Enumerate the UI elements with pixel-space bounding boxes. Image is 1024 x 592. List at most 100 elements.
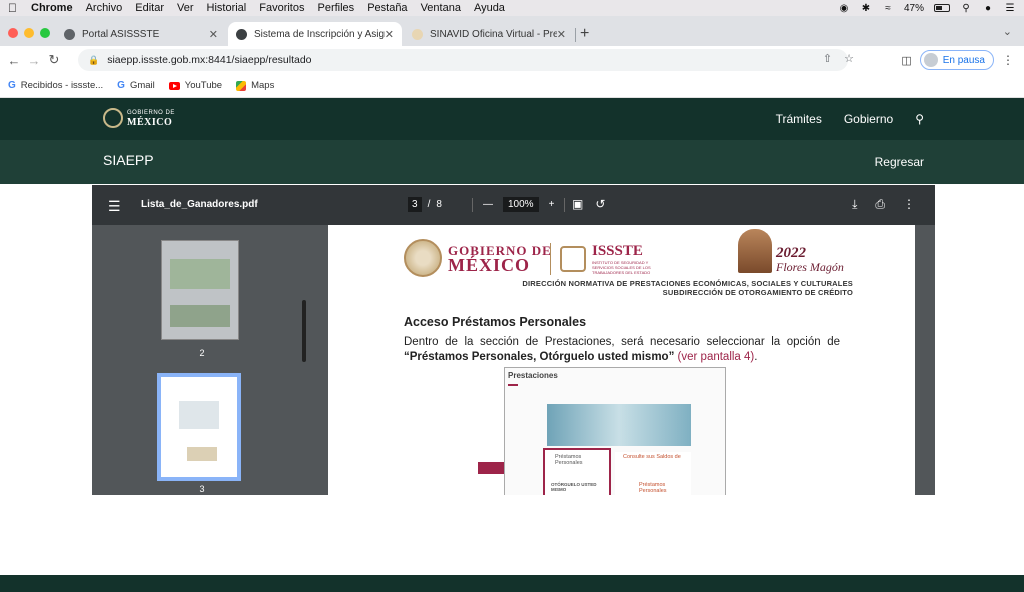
national-seal-icon <box>404 239 442 277</box>
thumbnail-content <box>170 305 230 327</box>
regresar-link[interactable]: Regresar <box>875 155 924 169</box>
google-icon: G <box>8 80 16 91</box>
back-arrow-icon[interactable]: ← <box>4 53 24 68</box>
site-subheader: SIAEPP Regresar <box>0 140 1024 184</box>
menu-historial[interactable]: Historial <box>207 2 247 14</box>
tab-separator <box>575 28 576 42</box>
wifi-icon[interactable]: ≈ <box>882 3 894 14</box>
bookmark-label: YouTube <box>184 80 223 91</box>
menu-ventana[interactable]: Ventana <box>421 2 461 14</box>
new-tab-plus-icon[interactable]: + <box>580 26 589 42</box>
zoom-out-icon[interactable]: — <box>483 199 493 210</box>
tab-title: Portal ASISSSTE <box>82 28 160 40</box>
thumbnail-sidebar: 2 3 <box>92 225 312 495</box>
profile-paused-button[interactable]: En pausa <box>919 50 994 70</box>
tab-search-chevron-icon[interactable]: ⌄ <box>1003 25 1012 38</box>
issste-emblem-icon <box>560 246 586 272</box>
pdf-filename: Lista_de_Ganadores.pdf <box>141 199 258 210</box>
site-title: SIAEPP <box>103 152 154 168</box>
section-title: Acceso Préstamos Personales <box>404 315 587 329</box>
spotlight-search-icon[interactable]: ⚲ <box>960 3 972 14</box>
tab-sistema-inscripcion[interactable]: Sistema de Inscripción y Asign ✕ <box>228 22 402 46</box>
globe-icon <box>236 28 247 40</box>
search-icon[interactable]: ⚲ <box>915 112 924 126</box>
close-window-button[interactable] <box>8 28 18 38</box>
ver-pantalla-link[interactable]: (ver pantalla 4) <box>678 351 755 363</box>
macos-menu-bar:  Chrome Archivo Editar Ver Historial Fa… <box>0 0 1024 16</box>
para-bold-text: “Préstamos Personales, Otórguelo usted m… <box>404 351 675 363</box>
menu-app-chrome[interactable]: Chrome <box>31 2 73 14</box>
share-icon[interactable]: ⇧ <box>823 52 832 65</box>
national-seal-icon <box>103 108 123 128</box>
logo-big-text: MÉXICO <box>127 117 173 128</box>
card1-title: Préstamos Personales <box>555 454 583 466</box>
menu-ver[interactable]: Ver <box>177 2 194 14</box>
menu-perfiles[interactable]: Perfiles <box>318 2 355 14</box>
embedded-screenshot-prestaciones: Prestaciones Préstamos Personales OTÓRGU… <box>504 367 726 495</box>
close-tab-icon[interactable]: ✕ <box>385 28 394 41</box>
more-options-icon[interactable]: ⋮ <box>903 197 915 212</box>
siri-icon[interactable]: ● <box>982 3 994 14</box>
print-icon[interactable]: ⎙ <box>875 197 885 212</box>
bookmark-star-icon[interactable]: ☆ <box>844 52 854 65</box>
issste-subtitle: INSTITUTO DE SEGURIDAD Y SERVICIOS SOCIA… <box>592 260 651 275</box>
fit-page-icon[interactable]: ▣ <box>572 197 583 211</box>
control-center-icon[interactable]: ☰ <box>1004 3 1016 14</box>
more-menu-icon[interactable]: ⋮ <box>1002 53 1014 67</box>
gobierno-mexico-logo[interactable]: GOBIERNO DE MÉXICO <box>103 108 175 128</box>
battery-icon[interactable] <box>934 4 950 12</box>
menu-ayuda[interactable]: Ayuda <box>474 2 505 14</box>
pdf-toolbar: ☰ Lista_de_Ganadores.pdf 3 / 8 — 100% + … <box>92 185 935 225</box>
page-slash: / <box>427 199 431 210</box>
download-icon[interactable]: ⤓ <box>852 197 857 212</box>
menu-favoritos[interactable]: Favoritos <box>259 2 304 14</box>
toolbar-divider <box>564 197 566 212</box>
side-panel-icon[interactable]: ◫ <box>901 54 911 67</box>
tab-sinavid[interactable]: SINAVID Oficina Virtual - Prest ✕ <box>404 22 574 46</box>
bookmark-label: Maps <box>251 80 275 91</box>
maximize-window-button[interactable] <box>40 28 50 38</box>
thumbnail-page-3[interactable] <box>157 373 241 481</box>
thumbnail-number: 3 <box>199 484 205 494</box>
screenshot-card-prestamos: Préstamos Personales OTÓRGUELO USTED MIS… <box>543 448 611 495</box>
thumbnail-page-2[interactable] <box>161 240 239 340</box>
address-bar[interactable]: 🔒 siaepp.issste.gob.mx:8441/siaepp/resul… <box>78 49 848 71</box>
reload-icon[interactable]: ↻ <box>44 52 64 68</box>
bookmark-maps[interactable]: Maps <box>236 80 274 91</box>
issste-name: ISSSTE <box>592 243 643 259</box>
card2-sub: Préstamos Personales <box>639 482 667 494</box>
menu-archivo[interactable]: Archivo <box>86 2 123 14</box>
screenshot-title: Prestaciones <box>508 371 558 380</box>
screen-record-icon[interactable]: ◉ <box>838 3 850 14</box>
zoom-controls: — 100% + <box>472 197 566 212</box>
browser-toolbar: ← → ↻ 🔒 siaepp.issste.gob.mx:8441/siaepp… <box>0 46 1024 74</box>
forward-arrow-icon[interactable]: → <box>24 53 44 68</box>
bookmark-youtube[interactable]: YouTube <box>168 80 223 91</box>
zoom-in-icon[interactable]: + <box>549 199 555 210</box>
minimize-window-button[interactable] <box>24 28 34 38</box>
nav-tramites[interactable]: Trámites <box>776 112 822 126</box>
para-end: . <box>754 351 758 363</box>
nav-gobierno[interactable]: Gobierno <box>844 112 893 126</box>
rotate-icon[interactable]: ↺ <box>595 197 605 211</box>
current-page-input[interactable]: 3 <box>408 197 422 212</box>
apple-icon[interactable]:  <box>8 1 17 15</box>
zoom-level-input[interactable]: 100% <box>503 197 539 212</box>
close-tab-icon[interactable]: ✕ <box>557 28 566 41</box>
browser-tab-strip: Portal ASISSSTE ✕ Sistema de Inscripción… <box>0 16 1024 46</box>
bookmark-label: Gmail <box>129 80 155 91</box>
bookmarks-bar: G Recibidos - issste... G Gmail YouTube … <box>0 74 1024 98</box>
gov-header: GOBIERNO DE MÉXICO Trámites Gobierno ⚲ <box>0 98 1024 140</box>
menu-pestana[interactable]: Pestaña <box>367 2 407 14</box>
year-name-text: Flores Magón <box>776 260 844 274</box>
close-tab-icon[interactable]: ✕ <box>209 28 218 41</box>
thumbnail-scrollbar[interactable] <box>302 300 306 362</box>
menu-editar[interactable]: Editar <box>135 2 164 14</box>
tab-portal-asissste[interactable]: Portal ASISSSTE ✕ <box>56 22 226 46</box>
toolbar-divider <box>472 197 473 212</box>
bookmark-recibidos[interactable]: G Recibidos - issste... <box>8 80 103 91</box>
bookmark-gmail[interactable]: G Gmail <box>117 80 155 91</box>
lock-icon[interactable]: 🔒 <box>88 55 99 66</box>
bluetooth-icon[interactable]: ✱ <box>860 3 872 14</box>
hamburger-menu-icon[interactable]: ☰ <box>108 198 121 215</box>
